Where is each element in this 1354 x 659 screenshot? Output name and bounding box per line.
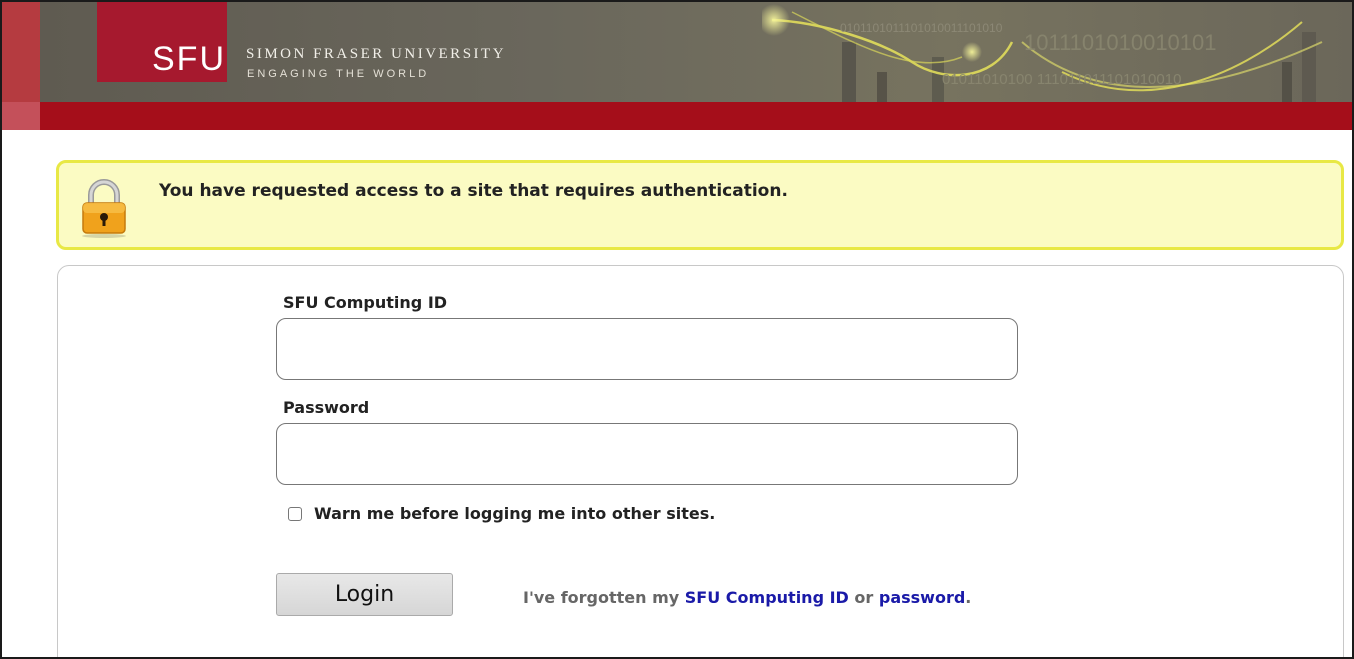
binary-text-3: 01011010100 111011011101010010 xyxy=(942,71,1181,88)
computing-id-input[interactable] xyxy=(276,318,1018,380)
header-left-stripe xyxy=(2,2,40,130)
login-button[interactable]: Login xyxy=(276,573,453,616)
university-name: SIMON FRASER UNIVERSITY xyxy=(246,46,507,62)
binary-text-1: 0101101011101010011101010 xyxy=(840,21,1003,35)
forgot-credentials: I've forgotten my SFU Computing ID or pa… xyxy=(523,588,971,607)
computing-id-label: SFU Computing ID xyxy=(283,293,448,312)
binary-text-2: 1011101010010101 xyxy=(1024,30,1217,55)
binary-decoration: 0101101011101010011101010 10111010100101… xyxy=(762,4,1323,102)
lock-icon xyxy=(82,179,126,238)
site-header: 0101101011101010011101010 10111010100101… xyxy=(2,2,1352,130)
logo-text: SFU xyxy=(152,40,226,78)
forgot-or: or xyxy=(854,588,874,607)
auth-notice: You have requested access to a site that… xyxy=(56,160,1344,250)
password-input[interactable] xyxy=(276,423,1018,485)
forgot-prefix: I've forgotten my xyxy=(523,588,680,607)
login-card: SFU Computing ID Password Warn me before… xyxy=(57,265,1344,657)
password-label: Password xyxy=(283,398,370,417)
warn-checkbox-label[interactable]: Warn me before logging me into other sit… xyxy=(314,504,715,523)
header-red-bar xyxy=(2,102,1352,130)
page-frame: 0101101011101010011101010 10111010100101… xyxy=(0,0,1354,659)
sfu-logo[interactable]: SFU xyxy=(97,2,227,82)
forgot-id-link[interactable]: SFU Computing ID xyxy=(685,588,849,607)
forgot-suffix: . xyxy=(965,588,972,607)
university-tagline: ENGAGING THE WORLD xyxy=(247,68,430,80)
notice-message: You have requested access to a site that… xyxy=(159,181,788,201)
warn-checkbox[interactable] xyxy=(288,507,302,521)
forgot-password-link[interactable]: password xyxy=(879,588,965,607)
